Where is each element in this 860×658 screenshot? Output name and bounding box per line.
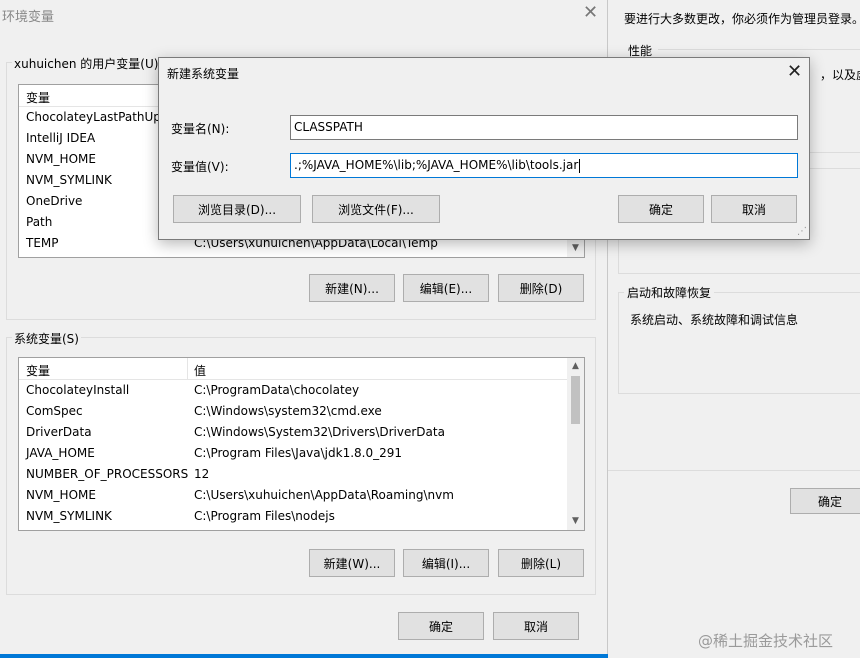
variable-value-cell: 12 (194, 467, 210, 481)
variable-value-cell: C:\ProgramData\chocolatey (194, 383, 360, 397)
close-icon[interactable]: ✕ (583, 2, 598, 23)
dialog-cancel-button[interactable]: 取消 (711, 195, 797, 223)
variable-name-cell: NUMBER_OF_PROCESSORS (26, 467, 189, 481)
list-header: 变量 值 (19, 358, 584, 380)
variable-value-text: .;%JAVA_HOME%\lib;%JAVA_HOME%\lib\tools.… (294, 158, 579, 172)
new-system-variable-dialog: 新建系统变量 ✕ 变量名(N): CLASSPATH 变量值(V): .;%JA… (158, 57, 810, 240)
column-header-variable[interactable]: 变量 (26, 362, 50, 379)
env-ok-button[interactable]: 确定 (398, 612, 484, 640)
variable-value-cell: C:\Windows\system32\cmd.exe (194, 404, 382, 418)
text-caret (579, 158, 581, 173)
table-row[interactable]: ComSpec C:\Windows\system32\cmd.exe (19, 401, 584, 422)
scroll-thumb[interactable] (571, 376, 580, 424)
table-row[interactable]: JAVA_HOME C:\Program Files\Java\jdk1.8.0_… (19, 443, 584, 464)
variable-name-cell: TEMP (26, 236, 59, 250)
variable-name-cell: NVM_SYMLINK (26, 173, 112, 187)
variable-value-cell: C:\Windows\System32\Drivers\DriverData (194, 425, 445, 439)
variable-name-cell: DriverData (26, 425, 92, 439)
variable-value-label: 变量值(V): (171, 160, 229, 174)
variable-name-value: CLASSPATH (294, 120, 363, 134)
system-delete-button[interactable]: 删除(L) (498, 549, 584, 577)
system-variables-label: 系统变量(S) (12, 330, 81, 347)
dialog-title: 新建系统变量 (167, 67, 240, 81)
admin-notice: 要进行大多数更改，你必须作为管理员登录。 (624, 12, 860, 26)
system-properties-ok-button[interactable]: 确定 (790, 488, 860, 514)
startup-recovery-description: 系统启动、系统故障和调试信息 (630, 313, 799, 327)
variable-name-cell: NVM_SYMLINK (26, 509, 112, 523)
browse-directory-button[interactable]: 浏览目录(D)... (173, 195, 301, 223)
system-new-button[interactable]: 新建(W)... (309, 549, 395, 577)
user-new-button[interactable]: 新建(N)... (309, 274, 395, 302)
startup-recovery-group (618, 292, 860, 394)
variable-name-cell: ComSpec (26, 404, 83, 418)
table-row[interactable]: NVM_HOME C:\Users\xuhuichen\AppData\Roami… (19, 485, 584, 506)
user-variables-label: xuhuichen 的用户变量(U) (12, 55, 161, 72)
variable-name-cell: NVM_HOME (26, 152, 96, 166)
variable-name-cell: ChocolateyInstall (26, 383, 130, 397)
column-separator (187, 358, 188, 380)
scroll-down-icon[interactable]: ▼ (567, 513, 584, 530)
table-row[interactable]: NVM_SYMLINK C:\Program Files\nodejs (19, 506, 584, 527)
resize-grip-icon[interactable]: ⋰ (797, 226, 807, 237)
variable-name-cell: JAVA_HOME (26, 446, 95, 460)
close-icon[interactable]: ✕ (787, 61, 802, 82)
column-header-variable[interactable]: 变量 (26, 89, 50, 106)
variable-name-cell: Path (26, 215, 53, 229)
user-profiles-group (618, 240, 860, 274)
variable-name-cell: IntelliJ IDEA (26, 131, 96, 145)
column-header-value[interactable]: 值 (194, 362, 206, 379)
taskbar-accent (0, 654, 608, 658)
performance-description: ，以及虚 (820, 68, 860, 82)
env-cancel-button[interactable]: 取消 (493, 612, 579, 640)
table-row[interactable]: ChocolateyInstall C:\ProgramData\chocolat… (19, 380, 584, 401)
system-variables-list[interactable]: 变量 值 ChocolateyInstall C:\ProgramData\cho… (18, 357, 585, 531)
divider (658, 49, 860, 50)
variable-value-cell: C:\Program Files\Java\jdk1.8.0_291 (194, 446, 403, 460)
startup-recovery-label: 启动和故障恢复 (624, 284, 715, 301)
table-row[interactable]: DriverData C:\Windows\System32\Drivers\Dr… (19, 422, 584, 443)
user-delete-button[interactable]: 删除(D) (498, 274, 584, 302)
watermark: @稀土掘金技术社区 (698, 632, 834, 650)
variable-value-cell: C:\Users\xuhuichen\AppData\Roaming\nvm (194, 488, 454, 502)
variable-value-cell: C:\Program Files\nodejs (194, 509, 335, 523)
dialog-ok-button[interactable]: 确定 (618, 195, 704, 223)
variable-name-label: 变量名(N): (171, 122, 230, 136)
system-edit-button[interactable]: 编辑(I)... (403, 549, 489, 577)
browse-file-button[interactable]: 浏览文件(F)... (312, 195, 440, 223)
table-row[interactable]: NUMBER_OF_PROCESSORS 12 (19, 464, 584, 485)
scroll-up-icon[interactable]: ▲ (567, 358, 584, 375)
window-title: 环境变量 (2, 10, 55, 25)
variable-name-input[interactable]: CLASSPATH (290, 115, 798, 140)
variable-name-cell: NVM_HOME (26, 488, 96, 502)
scroll-down-icon[interactable]: ▼ (567, 240, 584, 257)
user-edit-button[interactable]: 编辑(E)... (403, 274, 489, 302)
variable-name-cell: OneDrive (26, 194, 83, 208)
vertical-scrollbar[interactable]: ▲ ▼ (567, 358, 584, 530)
variable-value-input[interactable]: .;%JAVA_HOME%\lib;%JAVA_HOME%\lib\tools.… (290, 153, 798, 178)
